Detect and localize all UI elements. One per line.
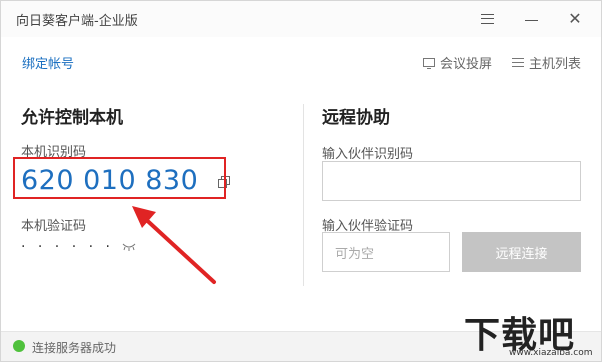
menu-icon[interactable]: [465, 1, 509, 37]
allow-control-panel: 允许控制本机 本机识别码 620 010 830 本机验证码 · · · · ·…: [1, 91, 301, 331]
local-password-label: 本机验证码: [21, 219, 87, 234]
remote-connect-button[interactable]: 远程连接: [462, 232, 581, 272]
highlight-box: [13, 157, 226, 199]
watermark-url: www.xiazaiba.com: [509, 348, 593, 358]
close-icon[interactable]: ✕: [553, 1, 597, 37]
watermark: 下载吧 www.xiazaiba.com: [464, 306, 600, 360]
minimize-icon[interactable]: [509, 1, 553, 37]
window-title: 向日葵客户端-企业版: [16, 14, 138, 29]
partner-id-input[interactable]: [322, 161, 581, 201]
panel-divider: [303, 104, 304, 286]
toolbar: 绑定帐号 会议投屏 主机列表: [1, 45, 601, 75]
meeting-cast-button[interactable]: 会议投屏: [423, 53, 492, 72]
bind-account-link[interactable]: 绑定帐号: [22, 53, 74, 72]
partner-id-label: 输入伙伴识别码: [322, 147, 414, 162]
status-text: 连接服务器成功: [32, 341, 117, 355]
local-password-value: · · · · · ·: [21, 239, 114, 255]
local-password-row: · · · · · ·: [21, 239, 136, 255]
partner-password-input[interactable]: 可为空: [322, 232, 450, 272]
monitor-icon: [423, 58, 435, 69]
allow-control-title: 允许控制本机: [21, 108, 123, 128]
title-bar: 向日葵客户端-企业版 ✕: [1, 1, 601, 37]
remote-assist-panel: 远程协助 输入伙伴识别码 输入伙伴验证码 可为空 远程连接: [306, 91, 601, 331]
host-list-button[interactable]: 主机列表: [512, 53, 581, 72]
status-indicator: [13, 340, 25, 352]
eye-closed-icon[interactable]: [122, 240, 136, 254]
partner-password-placeholder: 可为空: [335, 246, 375, 262]
list-icon: [512, 58, 524, 67]
meeting-cast-label: 会议投屏: [440, 57, 493, 72]
remote-assist-title: 远程协助: [322, 108, 390, 128]
host-list-label: 主机列表: [529, 57, 582, 72]
